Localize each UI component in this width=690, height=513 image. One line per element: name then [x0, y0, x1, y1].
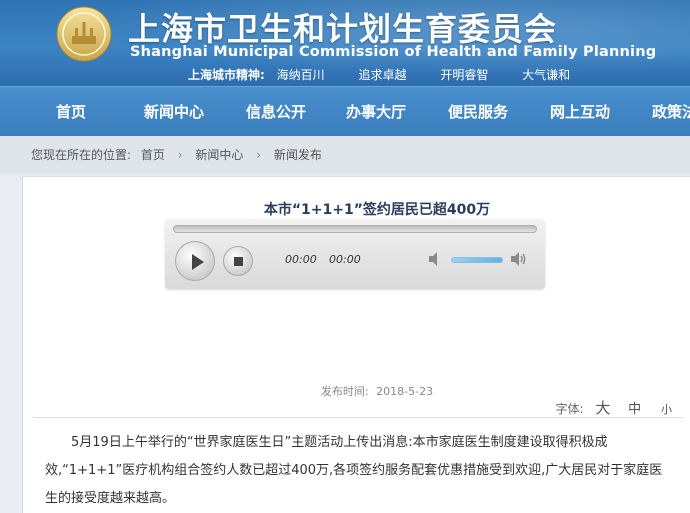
play-button[interactable]: [175, 241, 215, 281]
main-navigation: 首页 新闻中心 信息公开 办事大厅 便民服务 网上互动 政策法: [0, 86, 690, 136]
font-size-medium-option[interactable]: 中: [628, 402, 641, 417]
play-icon: [192, 254, 204, 270]
nav-item-news-center[interactable]: 新闻中心: [144, 87, 204, 137]
duration-time: 00:00: [329, 253, 361, 266]
site-emblem-icon[interactable]: [56, 6, 112, 62]
breadcrumb-separator-icon: ›: [177, 148, 183, 162]
font-size-label: 字体:: [555, 402, 584, 416]
breadcrumb-link-news-release[interactable]: 新闻发布: [274, 148, 322, 162]
audio-player: 00:00 00:00: [165, 219, 545, 289]
current-time: 00:00: [285, 253, 317, 266]
city-spirit-label: 上海城市精神:: [188, 68, 265, 82]
breadcrumb-prefix: 您现在所在的位置:: [31, 148, 132, 162]
stop-button[interactable]: [223, 246, 253, 276]
breadcrumb-separator-icon: ›: [256, 148, 262, 162]
article-panel: 本市“1+1+1”签约居民已超400万 00:00 00:00 发布时间: 20…: [22, 176, 690, 513]
font-size-small-option[interactable]: 小: [661, 403, 672, 416]
article-body: 5月19日上午举行的“世界家庭医生日”主题活动上传出消息:本市家庭医生制度建设取…: [45, 435, 663, 506]
nav-item-public-service[interactable]: 便民服务: [448, 87, 508, 137]
font-size-large-option[interactable]: 大: [595, 399, 610, 417]
city-spirit-item: 海纳百川: [276, 68, 325, 82]
content-divider: [33, 417, 683, 418]
publish-date: 2018-5-23: [376, 385, 434, 398]
site-header: 上海市卫生和计划生育委员会 Shanghai Municipal Commiss…: [0, 0, 690, 86]
audio-progress-bar[interactable]: [173, 225, 537, 233]
city-spirit-item: 追求卓越: [358, 68, 407, 82]
breadcrumb-link-news-center[interactable]: 新闻中心: [195, 148, 243, 162]
volume-slider[interactable]: [451, 257, 503, 263]
breadcrumb: 您现在所在的位置: 首页 › 新闻中心 › 新闻发布: [0, 136, 690, 174]
breadcrumb-link-home[interactable]: 首页: [141, 148, 165, 162]
city-spirit-item: 大气谦和: [522, 68, 571, 82]
site-title-english: Shanghai Municipal Commission of Health …: [130, 44, 657, 60]
city-spirit-item: 开明睿智: [440, 68, 489, 82]
publish-label: 发布时间:: [320, 385, 369, 398]
stop-icon: [234, 257, 243, 266]
nav-item-home[interactable]: 首页: [56, 87, 86, 137]
font-size-control: 字体: 大 中 小: [555, 397, 672, 418]
article-title: 本市“1+1+1”签约居民已超400万: [263, 202, 491, 218]
nav-item-info-disclosure[interactable]: 信息公开: [246, 87, 306, 137]
volume-up-icon[interactable]: [509, 251, 527, 267]
city-spirit-bar: 上海城市精神: 海纳百川 追求卓越 开明睿智 大气谦和: [188, 66, 570, 84]
nav-item-policy[interactable]: 政策法: [652, 87, 690, 137]
volume-mute-icon[interactable]: [427, 251, 445, 267]
nav-item-service-hall[interactable]: 办事大厅: [346, 87, 406, 137]
nav-item-online-interaction[interactable]: 网上互动: [550, 87, 610, 137]
